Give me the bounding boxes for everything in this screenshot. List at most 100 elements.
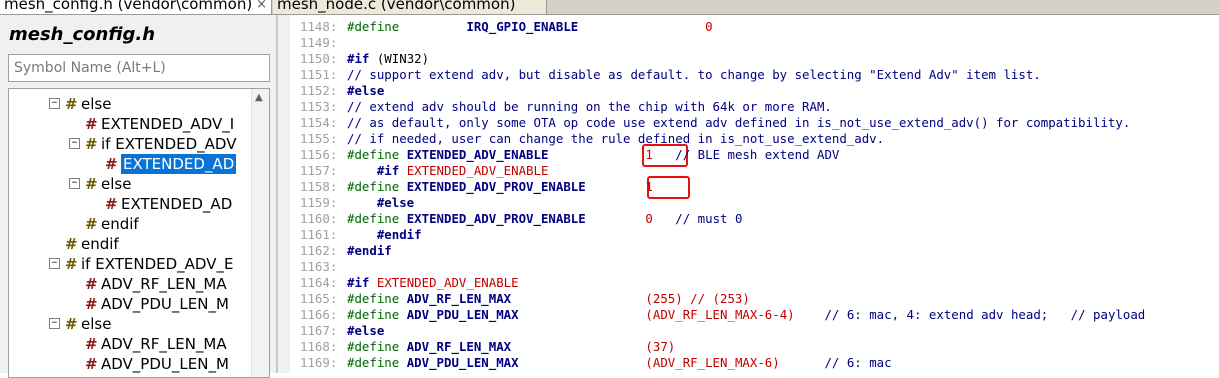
code-text: #else: [347, 195, 414, 211]
code-token: // if needed, user can change the rule d…: [347, 131, 885, 146]
code-text: #endif: [347, 227, 422, 243]
tree-item[interactable]: # endif: [9, 234, 253, 254]
code-text: #define ADV_PDU_LEN_MAX (ADV_RF_LEN_MAX-…: [347, 355, 892, 371]
conditional-icon: #: [85, 175, 98, 193]
code-text: #define EXTENDED_ADV_PROV_ENABLE 1: [347, 179, 653, 195]
tree-item-label: else: [81, 315, 112, 333]
tree-item[interactable]: # ADV_RF_LEN_MA: [9, 334, 253, 354]
code-token: (WIN32): [369, 51, 430, 66]
tree-item-label: ADV_RF_LEN_MA: [101, 335, 227, 353]
tree-item-label: ADV_PDU_LEN_M: [101, 355, 229, 373]
code-token: #if: [376, 163, 400, 178]
collapse-toggle-icon[interactable]: −: [49, 258, 60, 269]
tree-item[interactable]: − # if EXTENDED_ADV_E: [9, 254, 253, 274]
code-token: 0: [705, 19, 713, 34]
code-token: #else: [347, 83, 385, 98]
code-token: ADV_PDU_LEN_MAX: [406, 355, 519, 370]
close-icon[interactable]: ×: [256, 0, 267, 14]
symbol-sidebar: mesh_config.h Symbol Name (Alt+L) ▲ − # el…: [0, 15, 278, 378]
tree-scrollbar[interactable]: ▲: [251, 89, 269, 377]
code-token: // BLE mesh extend ADV: [675, 147, 840, 162]
highlight-box-2: [647, 176, 690, 199]
tree-item[interactable]: # EXTENDED_AD: [9, 194, 253, 214]
code-text: #define EXTENDED_ADV_ENABLE 1 // BLE mes…: [347, 147, 839, 163]
tree-item[interactable]: # ADV_PDU_LEN_M: [9, 294, 253, 314]
code-token: #define: [347, 355, 400, 370]
define-icon: #: [85, 295, 98, 313]
tree-item-label: else: [101, 175, 132, 193]
tab-mesh-config-h[interactable]: mesh_config.h (vendor\common) ×: [0, 0, 272, 14]
conditional-icon: #: [65, 315, 78, 333]
code-text: // extend adv should be running on the c…: [347, 99, 832, 115]
define-icon: #: [85, 115, 98, 133]
code-token: #define: [347, 339, 400, 354]
code-editor[interactable]: 1148: #define IRQ_GPIO_ENABLE 0 1149: 1150:…: [278, 15, 1219, 373]
symbol-search-input[interactable]: Symbol Name (Alt+L): [8, 54, 270, 82]
tab-label: mesh_node.c (vendor\common): [277, 0, 516, 13]
code-token: // extend adv should be running on the c…: [347, 99, 832, 114]
code-token: ADV_RF_LEN_MAX: [406, 291, 512, 306]
editor-gutter: [278, 15, 290, 373]
tree-item-label: if EXTENDED_ADV: [101, 135, 237, 153]
define-icon: #: [105, 195, 118, 213]
code-token: #if: [347, 275, 370, 290]
code-token: #define: [347, 147, 400, 162]
code-token: (255) // (253): [645, 291, 750, 306]
collapse-toggle-icon[interactable]: −: [49, 318, 60, 329]
conditional-icon: #: [85, 135, 98, 153]
code-token: IRQ_GPIO_ENABLE: [466, 19, 579, 34]
tree-item[interactable]: − # if EXTENDED_ADV: [9, 134, 253, 154]
define-icon: #: [85, 335, 98, 353]
collapse-toggle-icon[interactable]: −: [69, 178, 80, 189]
tree-item[interactable]: − # else: [9, 314, 253, 334]
code-token: #else: [376, 195, 415, 210]
tree-item[interactable]: # EXTENDED_AD: [9, 154, 253, 174]
code-token: #endif: [376, 227, 422, 242]
code-text: #if EXTENDED_ADV_ENABLE: [347, 163, 549, 179]
code-token: ADV_PDU_LEN_MAX: [406, 307, 519, 322]
conditional-icon: #: [65, 95, 78, 113]
tree-item[interactable]: # ADV_PDU_LEN_M: [9, 354, 253, 374]
define-icon: #: [105, 155, 118, 173]
tab-mesh-node-c[interactable]: mesh_node.c (vendor\common): [273, 0, 547, 14]
collapse-toggle-icon[interactable]: −: [49, 98, 60, 109]
code-token: 1: [645, 147, 653, 162]
code-token: // 6: mac, 4: extend adv head; // payloa…: [824, 307, 1146, 322]
tree-item-label: ADV_PDU_LEN_M: [101, 295, 229, 313]
tree-item[interactable]: # ADV_RF_LEN_MA: [9, 274, 253, 294]
code-token: EXTENDED_ADV_PROV_ENABLE: [406, 179, 586, 194]
code-token: (ADV_RF_LEN_MAX-6): [645, 355, 780, 370]
tree-item[interactable]: − # else: [9, 94, 253, 114]
code-text: // as default, only some OTA op code use…: [347, 115, 1130, 131]
collapse-toggle-icon[interactable]: −: [69, 138, 80, 149]
symbol-tree[interactable]: ▲ − # else # EXTENDED_ADV_I − # if EXTENDED_ADV…: [8, 88, 270, 378]
tree-item[interactable]: # endif: [9, 214, 253, 234]
scroll-up-arrow-icon[interactable]: ▲: [255, 92, 263, 103]
code-text: #if (WIN32): [347, 51, 429, 67]
tree-item[interactable]: # EXTENDED_ADV_I: [9, 114, 253, 134]
code-token: EXTENDED_ADV_ENABLE: [376, 275, 519, 290]
code-token: EXTENDED_ADV_ENABLE: [406, 163, 549, 178]
code-text: #define IRQ_GPIO_ENABLE 0: [347, 19, 713, 35]
tree-item[interactable]: − # else: [9, 174, 253, 194]
tree-item-label: endif: [101, 215, 139, 233]
conditional-icon: #: [65, 235, 78, 253]
code-text: // support extend adv, but disable as de…: [347, 67, 1041, 83]
